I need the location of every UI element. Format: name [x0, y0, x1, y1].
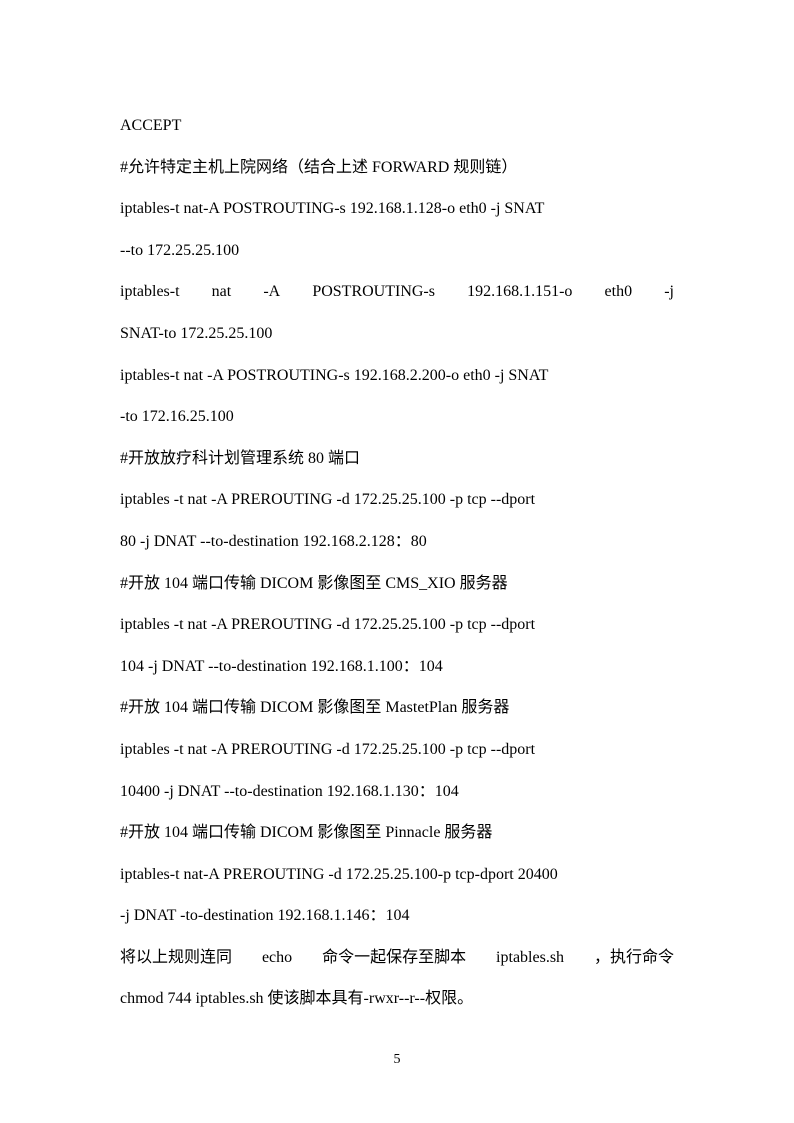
document-line: iptables-tnat-APOSTROUTING-s192.168.1.15… — [120, 271, 674, 313]
document-line: -to 172.16.25.100 — [120, 396, 674, 438]
document-line: SNAT-to 172.25.25.100 — [120, 313, 674, 355]
document-body: ACCEPT#允许特定主机上院网络（结合上述 FORWARD 规则链）iptab… — [0, 0, 794, 1020]
document-line: iptables -t nat -A PREROUTING -d 172.25.… — [120, 729, 674, 771]
document-line: #开放 104 端口传输 DICOM 影像图至 CMS_XIO 服务器 — [120, 563, 674, 605]
document-line: iptables -t nat -A PREROUTING -d 172.25.… — [120, 479, 674, 521]
document-line: chmod 744 iptables.sh 使该脚本具有-rwxr--r--权限… — [120, 978, 674, 1020]
document-line: iptables-t nat-A POSTROUTING-s 192.168.1… — [120, 188, 674, 230]
document-line: #开放放疗科计划管理系统 80 端口 — [120, 438, 674, 480]
document-line: 104 -j DNAT --to-destination 192.168.1.1… — [120, 646, 674, 688]
document-line: 10400 -j DNAT --to-destination 192.168.1… — [120, 771, 674, 813]
document-line: 将以上规则连同echo命令一起保存至脚本iptables.sh，执行命令 — [120, 937, 674, 979]
document-line: ACCEPT — [120, 105, 674, 147]
document-line: iptables-t nat-A PREROUTING -d 172.25.25… — [120, 854, 674, 896]
document-line: #开放 104 端口传输 DICOM 影像图至 Pinnacle 服务器 — [120, 812, 674, 854]
document-line: --to 172.25.25.100 — [120, 230, 674, 272]
document-line: -j DNAT -to-destination 192.168.1.146：10… — [120, 895, 674, 937]
document-line: #开放 104 端口传输 DICOM 影像图至 MastetPlan 服务器 — [120, 687, 674, 729]
page-number: 5 — [0, 1052, 794, 1068]
document-line: 80 -j DNAT --to-destination 192.168.2.12… — [120, 521, 674, 563]
document-line: iptables-t nat -A POSTROUTING-s 192.168.… — [120, 355, 674, 397]
document-line: iptables -t nat -A PREROUTING -d 172.25.… — [120, 604, 674, 646]
document-line: #允许特定主机上院网络（结合上述 FORWARD 规则链） — [120, 147, 674, 189]
